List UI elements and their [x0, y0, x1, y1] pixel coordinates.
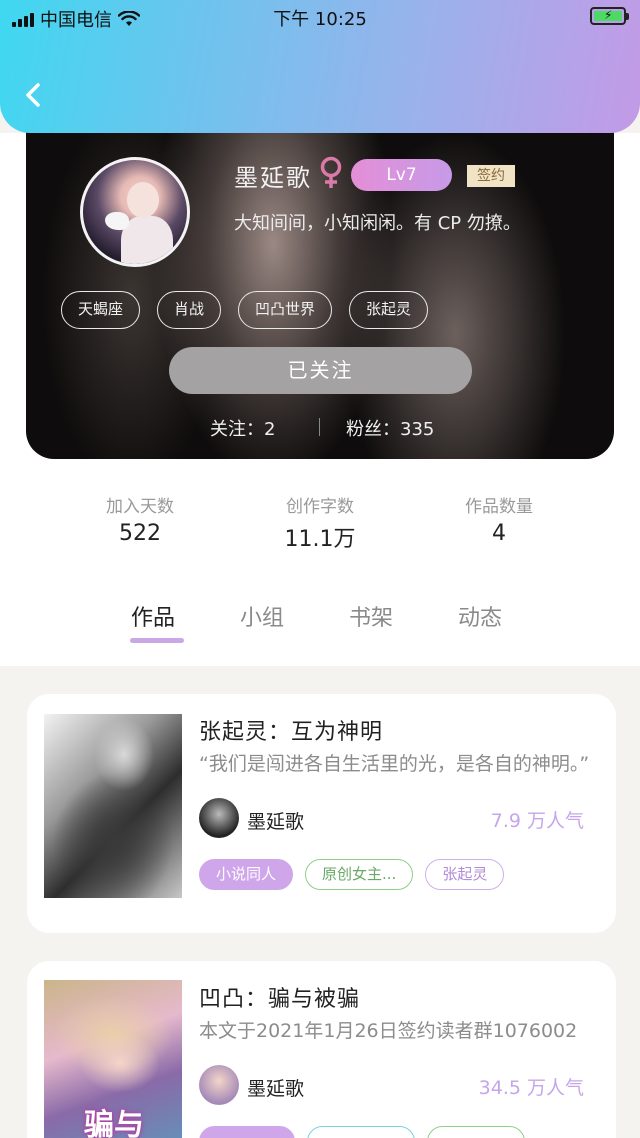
stat-join-days: 加入天数 522 [60, 492, 220, 546]
profile-tag[interactable]: 凹凸世界 [238, 291, 333, 329]
work-cover-image[interactable]: 骗与 [44, 980, 182, 1138]
popularity-count: 34.5 万人气 [478, 1077, 584, 1099]
work-title[interactable]: 凹凸：骗与被骗 [199, 981, 360, 1013]
follow-button[interactable]: 已关注 [169, 347, 472, 394]
work-tags [199, 1126, 525, 1138]
author-avatar[interactable] [199, 798, 239, 838]
tab-bar: 作品 小组 书架 动态 [0, 582, 640, 666]
work-title[interactable]: 张起灵：互为神明 [199, 714, 383, 746]
divider [319, 418, 320, 436]
tab-groups[interactable]: 小组 [240, 600, 284, 632]
following-count[interactable]: 关注：2 [210, 415, 275, 441]
tab-activity[interactable]: 动态 [458, 600, 502, 632]
work-tag[interactable]: 小说同人 [199, 859, 294, 890]
status-bar: 中国电信 下午 10:25 ⚡ [0, 0, 640, 34]
work-tag[interactable] [427, 1126, 525, 1138]
profile-bio: 大知间间，小知闲闲。有 CP 勿撩。 [234, 213, 521, 234]
profile-tag[interactable]: 天蝎座 [61, 291, 141, 329]
work-description: “我们是闯进各自生活里的光，是各自的神明。” [199, 753, 590, 775]
work-tag[interactable]: 张起灵 [425, 859, 505, 890]
fans-count[interactable]: 粉丝：335 [346, 415, 434, 441]
tab-active-indicator [130, 638, 184, 643]
work-tag[interactable]: 原创女主... [305, 859, 414, 890]
tab-works[interactable]: 作品 [131, 600, 175, 632]
female-icon [320, 156, 342, 188]
battery-charging-icon: ⚡ [590, 7, 629, 25]
profile-name: 墨延歌 [234, 164, 312, 192]
work-card[interactable]: 骗与 凹凸：骗与被骗 本文于2021年1月26日签约读者群1076002 墨延歌… [27, 961, 616, 1138]
author-avatar[interactable] [199, 1065, 239, 1105]
profile-tag[interactable]: 张起灵 [349, 291, 429, 329]
tab-bookshelf[interactable]: 书架 [349, 600, 393, 632]
work-description: 本文于2021年1月26日签约读者群1076002 [199, 1020, 578, 1042]
work-tag[interactable] [199, 1126, 295, 1138]
stat-word-count: 创作字数 11.1万 [240, 492, 400, 553]
profile-tag[interactable]: 肖战 [157, 291, 222, 329]
author-name[interactable]: 墨延歌 [247, 807, 304, 834]
stat-label: 创作字数 [286, 497, 354, 517]
chevron-left-icon [26, 83, 40, 107]
cover-text: 骗与 [84, 1108, 144, 1138]
author-name[interactable]: 墨延歌 [247, 1074, 304, 1101]
stat-value: 11.1万 [284, 527, 356, 552]
profile-card: 墨延歌 Lv7 签约 大知间间，小知闲闲。有 CP 勿撩。 天蝎座 肖战 凹凸世… [26, 100, 614, 459]
profile-tags: 天蝎座 肖战 凹凸世界 张起灵 [61, 291, 429, 329]
header-bar: 中国电信 下午 10:25 ⚡ [0, 0, 640, 133]
stat-value: 522 [119, 521, 161, 546]
popularity-count: 7.9 万人气 [490, 810, 584, 832]
work-cover-image[interactable] [44, 714, 182, 898]
stat-works-count: 作品数量 4 [419, 492, 579, 546]
stat-label: 加入天数 [106, 497, 174, 517]
signed-badge: 签约 [467, 165, 515, 187]
work-card[interactable]: 张起灵：互为神明 “我们是闯进各自生活里的光，是各自的神明。” 墨延歌 7.9 … [27, 694, 616, 933]
stat-value: 4 [492, 521, 506, 546]
back-button[interactable] [18, 78, 48, 112]
follow-counts: 关注：2 粉丝：335 [26, 413, 614, 441]
level-badge: Lv7 [351, 159, 452, 191]
work-tags: 小说同人 原创女主... 张起灵 [199, 859, 505, 890]
work-tag[interactable] [307, 1126, 415, 1138]
stat-label: 作品数量 [465, 497, 533, 517]
stats-card: 加入天数 522 创作字数 11.1万 作品数量 4 [51, 440, 589, 582]
avatar[interactable] [80, 157, 190, 267]
status-time: 下午 10:25 [273, 9, 367, 30]
